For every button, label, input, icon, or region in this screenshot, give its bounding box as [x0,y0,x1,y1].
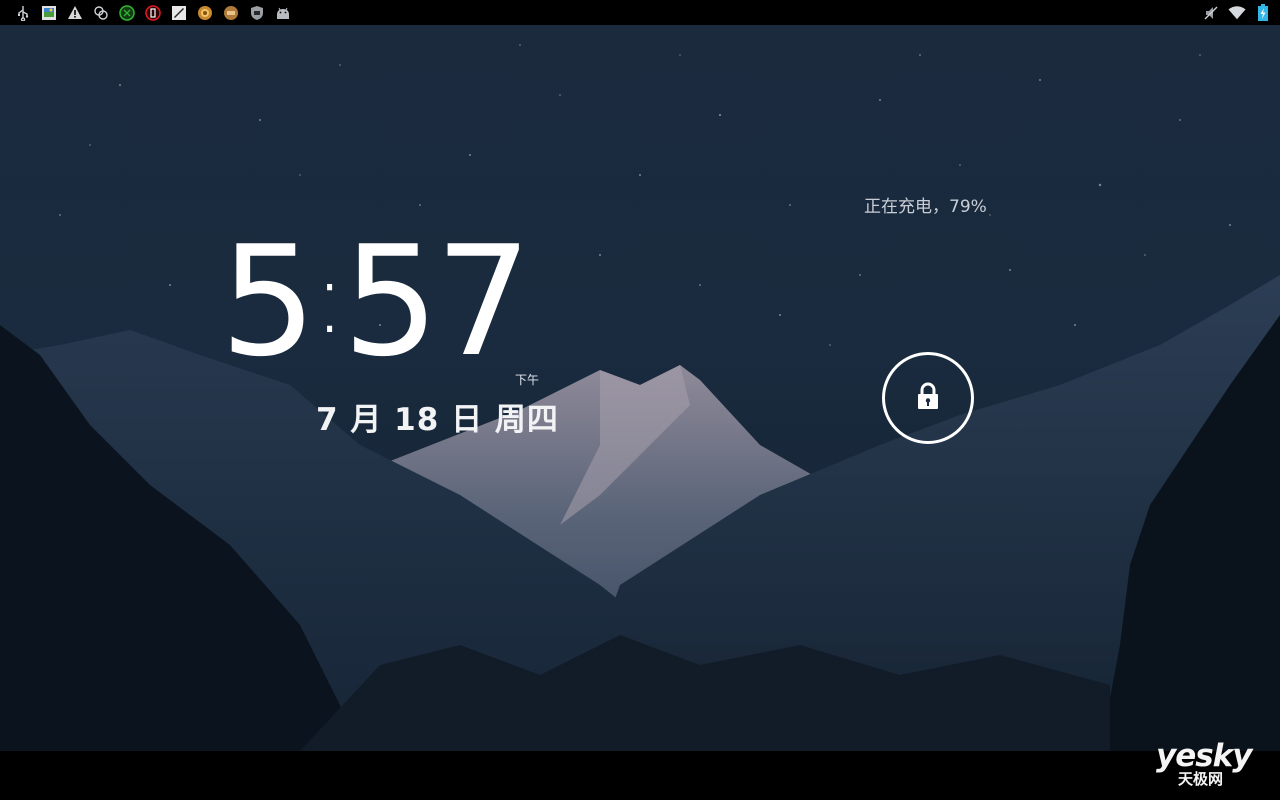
lock-icon [917,382,939,414]
clock-separator: : [312,239,347,356]
system-icons[interactable] [1202,0,1280,25]
clock-ampm: 下午 [515,373,540,387]
lockscreen-date: 7 月 18 日 周四 [316,402,559,438]
notification-icons[interactable] [0,0,296,25]
clock-minute: 57 [342,213,531,390]
battery-charging-icon [1254,0,1272,25]
gallery-icon [36,0,62,25]
status-bar[interactable] [0,0,1280,25]
watermark-subtitle: 天极网 [1178,770,1224,788]
android-icon [270,0,296,25]
mute-icon [1202,0,1220,25]
mail-icon [166,0,192,25]
unlock-handle[interactable] [882,352,974,444]
app-red-icon [140,0,166,25]
usb-icon [10,0,36,25]
app-shield-icon [244,0,270,25]
lockscreen-wallpaper [0,25,1280,751]
sync-icon [88,0,114,25]
wifi-icon [1228,0,1246,25]
navigation-bar [0,751,1280,800]
yesky-watermark-logo: yesky 天极网 [1156,738,1266,790]
app-green-icon [114,0,140,25]
charging-status: 正在充电，79% [864,197,987,217]
lockscreen-clock: 5:57 [220,218,532,382]
warning-icon [62,0,88,25]
app-brown-icon [218,0,244,25]
app-orange-icon [192,0,218,25]
clock-hour: 5 [220,213,317,390]
